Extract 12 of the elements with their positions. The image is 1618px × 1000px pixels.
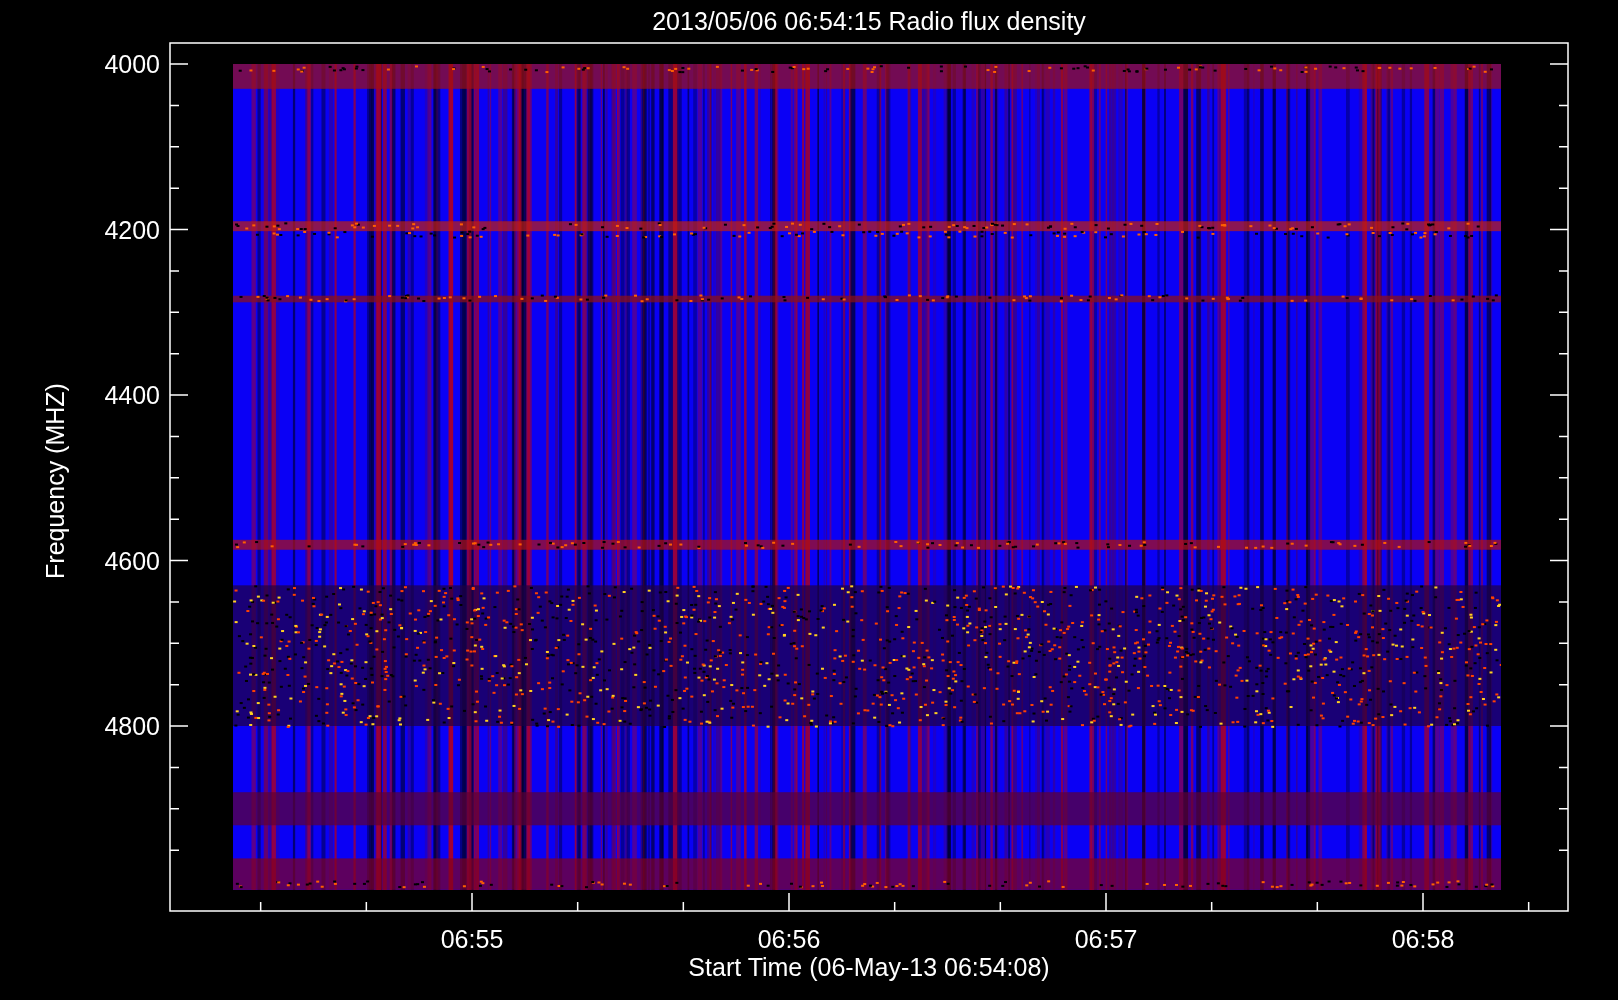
y-tick-label: 4200 [104, 215, 160, 244]
y-tick-label: 4000 [104, 50, 160, 78]
chart-title: 2013/05/06 06:54:15 Radio flux density [652, 7, 1086, 35]
x-tick-label: 06:56 [757, 925, 821, 953]
y-axis-title: Frequency (MHZ) [41, 383, 69, 579]
y-tick-label: 4800 [104, 712, 160, 740]
x-tick-label: 06:55 [440, 925, 504, 953]
x-tick-label: 06:57 [1074, 925, 1138, 953]
x-axis-title: Start Time (06-May-13 06:54:08) [688, 953, 1050, 981]
x-tick-label: 06:58 [1391, 925, 1455, 953]
y-tick-label: 4400 [104, 381, 160, 409]
y-tick-label: 4600 [104, 546, 160, 575]
